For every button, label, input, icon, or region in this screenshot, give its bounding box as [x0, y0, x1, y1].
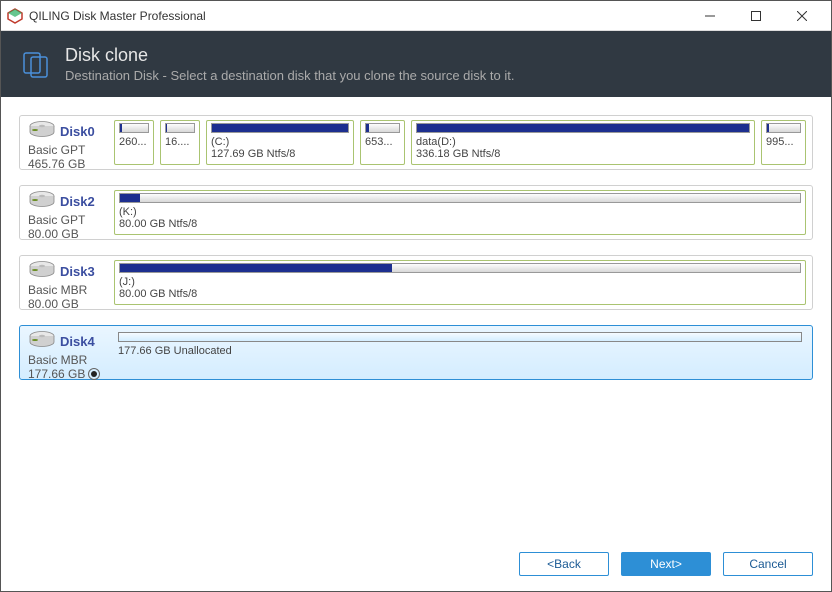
disk-icon: [28, 260, 56, 283]
partition-usage-bar: [416, 123, 750, 133]
partition-list: 177.66 GB Unallocated: [114, 326, 812, 379]
disk-row[interactable]: Disk4 Basic MBR177.66 GB 177.66 GB Unalloc…: [19, 325, 813, 380]
partition-size: 177.66 GB Unallocated: [118, 345, 802, 357]
disk-info: Disk3 Basic MBR80.00 GB: [20, 256, 114, 309]
disk-row[interactable]: Disk0 Basic GPT465.76 GB 260... 16.... (C:)1…: [19, 115, 813, 170]
partition-list: (K:)80.00 GB Ntfs/8: [114, 186, 812, 239]
minimize-button[interactable]: [687, 1, 733, 31]
disk-type: Basic GPT: [28, 143, 108, 157]
partition[interactable]: (J:)80.00 GB Ntfs/8: [114, 260, 806, 305]
disk-info: Disk4 Basic MBR177.66 GB: [20, 326, 114, 379]
partition-size: 995...: [766, 136, 801, 148]
app-window: QILING Disk Master Professional Disk clo…: [0, 0, 832, 592]
page-header: Disk clone Destination Disk - Select a d…: [1, 31, 831, 97]
disk-icon: [28, 330, 56, 353]
disk-icon: [28, 120, 56, 143]
partition-usage-bar: [211, 123, 349, 133]
partition-list: 260... 16.... (C:)127.69 GB Ntfs/8 653... da…: [114, 116, 812, 169]
disk-size: 80.00 GB: [28, 297, 79, 311]
partition-size: 80.00 GB Ntfs/8: [119, 288, 801, 300]
disk-selected-radio[interactable]: [88, 368, 100, 380]
partition-label: (J:): [119, 276, 801, 288]
partition[interactable]: 260...: [114, 120, 154, 165]
disk-type: Basic MBR: [28, 283, 108, 297]
partition-size: 16....: [165, 136, 195, 148]
partition-label: (C:): [211, 136, 349, 148]
next-button[interactable]: Next>: [621, 552, 711, 576]
disk-list: Disk0Basic GPT465.76 GB260...16....(C:)1…: [1, 97, 831, 547]
partition[interactable]: 16....: [160, 120, 200, 165]
partition[interactable]: 177.66 GB Unallocated: [114, 330, 806, 375]
partition[interactable]: (C:)127.69 GB Ntfs/8: [206, 120, 354, 165]
back-button[interactable]: <Back: [519, 552, 609, 576]
disk-name: Disk4: [60, 334, 95, 349]
page-title: Disk clone: [65, 45, 514, 66]
window-title: QILING Disk Master Professional: [29, 9, 687, 23]
partition-label: (K:): [119, 206, 801, 218]
cancel-button[interactable]: Cancel: [723, 552, 813, 576]
partition[interactable]: 653...: [360, 120, 405, 165]
partition[interactable]: (K:)80.00 GB Ntfs/8: [114, 190, 806, 235]
disk-size: 465.76 GB: [28, 157, 85, 171]
disk-info: Disk2 Basic GPT80.00 GB: [20, 186, 114, 239]
partition-usage-bar: [119, 263, 801, 273]
partition-size: 127.69 GB Ntfs/8: [211, 148, 349, 160]
disk-type: Basic MBR: [28, 353, 108, 367]
partition-label: data(D:): [416, 136, 750, 148]
page-subtitle: Destination Disk - Select a destination …: [65, 68, 514, 83]
partition-usage-bar: [119, 193, 801, 203]
maximize-button[interactable]: [733, 1, 779, 31]
disk-size: 177.66 GB: [28, 367, 85, 381]
partition-size: 80.00 GB Ntfs/8: [119, 218, 801, 230]
disk-clone-icon: [19, 47, 53, 81]
partition-usage-bar: [365, 123, 400, 133]
footer: <Back Next> Cancel: [1, 547, 831, 591]
app-logo-icon: [7, 8, 23, 24]
partition-size: 653...: [365, 136, 400, 148]
disk-info: Disk0 Basic GPT465.76 GB: [20, 116, 114, 169]
disk-row[interactable]: Disk2 Basic GPT80.00 GB (K:)80.00 GB Ntfs/…: [19, 185, 813, 240]
partition[interactable]: data(D:)336.18 GB Ntfs/8: [411, 120, 755, 165]
disk-icon: [28, 190, 56, 213]
partition-usage-bar: [165, 123, 195, 133]
partition-usage-bar: [766, 123, 801, 133]
disk-name: Disk3: [60, 264, 95, 279]
disk-type: Basic GPT: [28, 213, 108, 227]
partition-usage-bar: [118, 332, 802, 342]
disk-row[interactable]: Disk3 Basic MBR80.00 GB (J:)80.00 GB Ntfs/…: [19, 255, 813, 310]
partition-size: 336.18 GB Ntfs/8: [416, 148, 750, 160]
partition-size: 260...: [119, 136, 149, 148]
partition-list: (J:)80.00 GB Ntfs/8: [114, 256, 812, 309]
close-button[interactable]: [779, 1, 825, 31]
titlebar: QILING Disk Master Professional: [1, 1, 831, 31]
disk-size: 80.00 GB: [28, 227, 79, 241]
disk-name: Disk0: [60, 124, 95, 139]
partition[interactable]: 995...: [761, 120, 806, 165]
disk-name: Disk2: [60, 194, 95, 209]
partition-usage-bar: [119, 123, 149, 133]
